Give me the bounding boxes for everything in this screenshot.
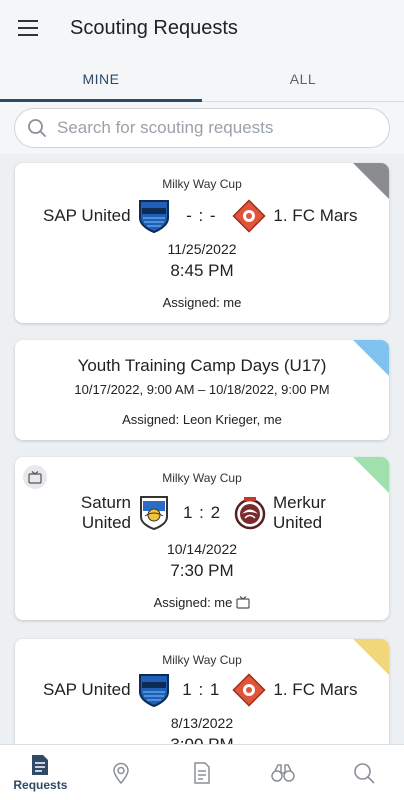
- event-date-range: 10/17/2022, 9:00 AM – 10/18/2022, 9:00 P…: [74, 382, 330, 397]
- saturn-united-crest-icon: [140, 496, 169, 531]
- away-team-crest: [231, 672, 267, 708]
- match-date: 11/25/2022: [167, 241, 237, 257]
- match-time: 8:45 PM: [170, 261, 234, 280]
- event-title: Youth Training Camp Days (U17): [77, 356, 327, 375]
- request-card-match[interactable]: Milky Way Cup SAP United 1 : 1 1. FC Mar…: [15, 639, 389, 744]
- merkur-united-crest-icon: [234, 497, 265, 530]
- match-score: 1 : 1: [182, 680, 221, 699]
- report-icon: [194, 761, 210, 784]
- nav-requests-label: Requests: [13, 777, 68, 792]
- home-team-crest: [137, 495, 172, 531]
- search-bar: [0, 102, 404, 154]
- tab-all[interactable]: ALL: [202, 56, 404, 101]
- request-card-match[interactable]: Milky Way Cup Saturn United 1 : 2 Merkur…: [15, 457, 389, 620]
- request-card-match[interactable]: Milky Way Cup SAP United - : - 1. FC Mar…: [15, 163, 389, 323]
- nav-requests[interactable]: Requests: [0, 745, 81, 800]
- assigned-text: Assigned: me: [153, 595, 233, 610]
- assigned-label: Assigned: me: [15, 595, 389, 610]
- away-team-name-line2: United: [272, 513, 323, 532]
- location-icon: [113, 762, 129, 784]
- competition-label: Milky Way Cup: [162, 177, 242, 191]
- search-icon: [353, 762, 374, 783]
- fc-mars-crest-icon: [232, 673, 267, 707]
- tab-bar: MINE ALL: [0, 56, 404, 102]
- home-team-name: Saturn United: [15, 493, 131, 533]
- sap-united-crest-icon: [138, 674, 169, 708]
- binoculars-icon: [271, 763, 295, 782]
- away-team-name-line1: Merkur: [272, 493, 326, 512]
- search-icon: [28, 119, 46, 137]
- away-team-name: 1. FC Mars: [273, 680, 358, 699]
- competition-label: Milky Way Cup: [162, 471, 242, 485]
- match-date: 10/14/2022: [166, 541, 238, 557]
- request-card-event[interactable]: Youth Training Camp Days (U17) 10/17/202…: [15, 340, 389, 440]
- match-date: 8/13/2022: [170, 715, 234, 731]
- tab-mine[interactable]: MINE: [0, 56, 202, 102]
- fc-mars-crest-icon: [232, 199, 267, 233]
- assigned-text: Assigned: Leon Krieger, me: [122, 412, 282, 427]
- home-team-crest: [137, 198, 172, 234]
- sap-united-crest-icon: [138, 200, 169, 234]
- home-team-crest: [137, 672, 172, 708]
- hamburger-icon: [18, 20, 38, 36]
- home-team-name: SAP United: [43, 680, 131, 699]
- menu-button[interactable]: [0, 0, 56, 56]
- match-score: - : -: [186, 206, 217, 225]
- requests-icon: [32, 754, 49, 775]
- search-input[interactable]: [57, 118, 357, 138]
- competition-label: Milky Way Cup: [162, 653, 242, 667]
- bottom-navigation: Requests: [0, 744, 404, 800]
- match-time: 3:00 PM: [15, 735, 389, 744]
- match-time: 7:30 PM: [170, 561, 234, 580]
- home-team-name: SAP United: [43, 206, 131, 225]
- nav-scouting[interactable]: [242, 745, 323, 800]
- away-team-crest: [231, 198, 267, 234]
- match-teams: Saturn United 1 : 2 Merkur United: [15, 491, 389, 535]
- assigned-label: Assigned: Leon Krieger, me: [15, 412, 389, 427]
- match-score: 1 : 2: [182, 503, 222, 522]
- app-bar: Scouting Requests: [0, 0, 404, 56]
- search-box[interactable]: [14, 108, 390, 148]
- nav-location[interactable]: [81, 745, 162, 800]
- assigned-text: Assigned: me: [162, 295, 242, 310]
- match-teams: SAP United 1 : 1 1. FC Mars: [15, 671, 389, 709]
- nav-search[interactable]: [323, 745, 404, 800]
- page-title: Scouting Requests: [70, 16, 238, 39]
- assigned-label: Assigned: me: [15, 295, 389, 310]
- match-teams: SAP United - : - 1. FC Mars: [15, 197, 389, 235]
- away-team-name: 1. FC Mars: [273, 206, 358, 225]
- nav-reports[interactable]: [162, 745, 243, 800]
- away-team-crest: [232, 495, 267, 531]
- tv-icon: [236, 596, 250, 609]
- request-list[interactable]: Milky Way Cup SAP United - : - 1. FC Mar…: [0, 154, 404, 744]
- away-team-name: Merkur United: [273, 493, 389, 533]
- home-team-name-line1: Saturn: [80, 493, 132, 512]
- home-team-name-line2: United: [81, 513, 132, 532]
